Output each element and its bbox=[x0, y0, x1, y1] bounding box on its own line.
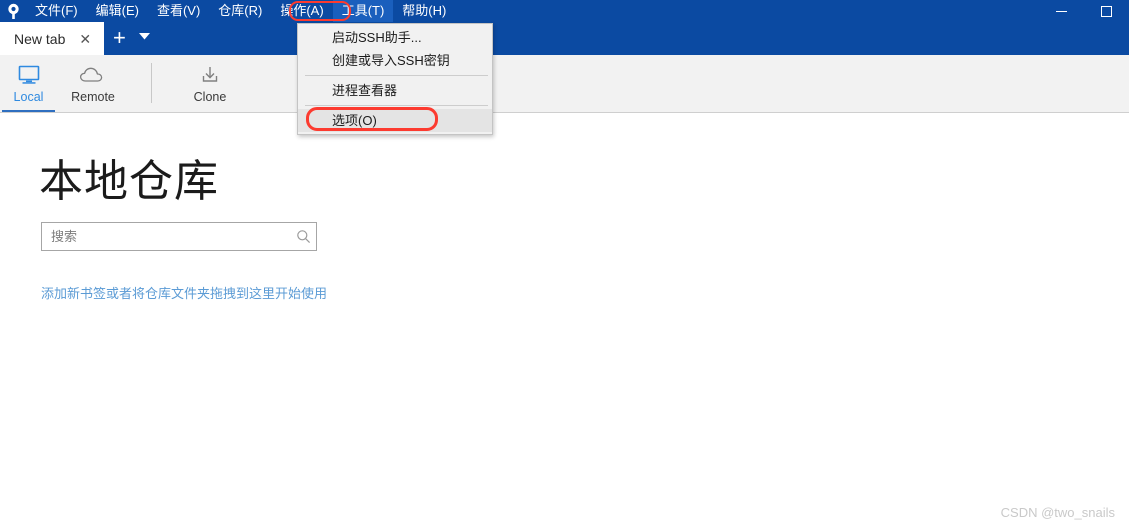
tab-label: New tab bbox=[14, 31, 65, 47]
search-input[interactable] bbox=[42, 223, 290, 250]
menu-item-repository[interactable]: 仓库(R) bbox=[209, 0, 271, 22]
menu-item-actions[interactable]: 操作(A) bbox=[271, 0, 332, 22]
toolbar-label-clone: Clone bbox=[194, 90, 227, 104]
menu-item-file[interactable]: 文件(F) bbox=[26, 0, 87, 22]
toolbar-button-clone[interactable]: Clone bbox=[174, 55, 246, 112]
main-toolbar: Local Remote Clone bbox=[0, 55, 1129, 113]
menu-option-process-viewer[interactable]: 进程查看器 bbox=[298, 79, 492, 102]
sourcetree-logo-icon bbox=[0, 0, 26, 22]
tools-dropdown-menu: 启动SSH助手... 创建或导入SSH密钥 进程查看器 选项(O) bbox=[297, 23, 493, 135]
minimize-icon bbox=[1056, 11, 1067, 12]
search-icon[interactable] bbox=[290, 229, 316, 244]
menu-item-tools[interactable]: 工具(T) bbox=[333, 0, 394, 22]
menu-option-create-or-import-ssh-keys[interactable]: 创建或导入SSH密钥 bbox=[298, 49, 492, 72]
chevron-down-icon[interactable] bbox=[135, 27, 158, 55]
menu-bar: 文件(F) 编辑(E) 查看(V) 仓库(R) 操作(A) 工具(T) 帮助(H… bbox=[26, 0, 1039, 22]
toolbar-button-remote[interactable]: Remote bbox=[57, 55, 129, 112]
add-bookmark-hint-link[interactable]: 添加新书签或者将仓库文件夹拖拽到这里开始使用 bbox=[41, 283, 327, 302]
page-title: 本地仓库 bbox=[39, 145, 219, 209]
toolbar-label-local: Local bbox=[14, 90, 44, 104]
toolbar-separator bbox=[151, 63, 152, 103]
menu-option-launch-ssh-agent[interactable]: 启动SSH助手... bbox=[298, 26, 492, 49]
close-icon[interactable]: ✕ bbox=[79, 32, 91, 46]
watermark-text: CSDN @two_snails bbox=[1001, 505, 1115, 520]
application-window: 文件(F) 编辑(E) 查看(V) 仓库(R) 操作(A) 工具(T) 帮助(H… bbox=[0, 0, 1129, 528]
title-bar: 文件(F) 编辑(E) 查看(V) 仓库(R) 操作(A) 工具(T) 帮助(H… bbox=[0, 0, 1129, 22]
toolbar-button-local[interactable]: Local bbox=[0, 55, 57, 112]
tab-new-tab[interactable]: New tab ✕ bbox=[0, 22, 104, 55]
menu-separator bbox=[305, 75, 488, 76]
maximize-button[interactable] bbox=[1084, 0, 1129, 22]
cloud-icon bbox=[79, 62, 107, 88]
menu-item-view[interactable]: 查看(V) bbox=[148, 0, 209, 22]
add-tab-button[interactable]: + bbox=[104, 27, 135, 55]
menu-option-options[interactable]: 选项(O) bbox=[298, 109, 492, 132]
menu-separator bbox=[305, 105, 488, 106]
menu-item-edit[interactable]: 编辑(E) bbox=[87, 0, 148, 22]
minimize-button[interactable] bbox=[1039, 0, 1084, 22]
search-box[interactable] bbox=[41, 222, 317, 251]
maximize-icon bbox=[1101, 6, 1112, 17]
menu-item-help[interactable]: 帮助(H) bbox=[393, 0, 455, 22]
monitor-icon bbox=[17, 62, 41, 88]
window-controls bbox=[1039, 0, 1129, 22]
tab-bar: New tab ✕ + bbox=[0, 22, 1129, 55]
toolbar-label-remote: Remote bbox=[71, 90, 115, 104]
main-content: 本地仓库 添加新书签或者将仓库文件夹拖拽到这里开始使用 bbox=[0, 113, 1129, 528]
download-icon bbox=[198, 62, 222, 88]
